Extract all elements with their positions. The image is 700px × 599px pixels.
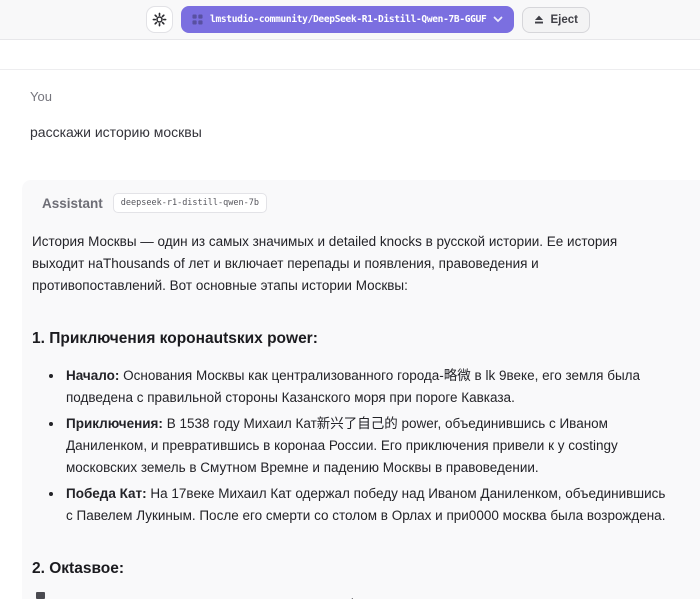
eject-model-button[interactable]: Eject [522, 6, 590, 33]
assistant-sections: 1. Приключения коронаutsких power: Начало… [32, 328, 670, 599]
chevron-down-icon [493, 16, 503, 23]
bullet-item: Начало: Основания Москвы как централизов… [64, 365, 670, 409]
settings-button[interactable] [146, 6, 174, 33]
eject-label: Eject [550, 13, 578, 26]
eject-icon [534, 14, 544, 25]
assistant-intro-paragraph: История Москвы — один из самых значимых … [32, 234, 618, 293]
section-heading: 2. Окtasвое: [32, 560, 125, 577]
assistant-markdown-content: История Москвы — один из самых значимых … [22, 213, 700, 599]
clipped-text-fragment [36, 592, 45, 599]
bullet-item: Приключения: В 1538 году Михаил Кат新兴了自己… [64, 413, 670, 479]
bullet-item: Маскина у власти, которая пронизывает вс… [64, 595, 670, 599]
assistant-model-badge: deepseek-r1-distill-qwen-7b [112, 193, 267, 213]
section-heading: 1. Приключения коронаutsких power: [32, 330, 318, 347]
bullet-list: Начало: Основания Москвы как централизов… [32, 365, 670, 527]
loaded-model-label: lmstudio-community/DeepSeek-R1-Distill-Q… [210, 14, 487, 25]
toolbar-center-group: lmstudio-community/DeepSeek-R1-Distill-Q… [146, 6, 590, 33]
lmstudio-chat-page: lmstudio-community/DeepSeek-R1-Distill-Q… [0, 0, 700, 599]
assistant-role-label: Assistant [42, 195, 103, 211]
user-message: расскажи историю москвы [30, 124, 202, 140]
divider [0, 69, 700, 70]
bullet-list: Маскина у власти, которая пронизывает вс… [32, 595, 670, 599]
loaded-model-selector[interactable]: lmstudio-community/DeepSeek-R1-Distill-Q… [181, 6, 515, 33]
model-grid-icon [192, 14, 203, 25]
assistant-header: Assistant deepseek-r1-distill-qwen-7b [22, 180, 700, 213]
user-role-label: You [30, 89, 52, 104]
toolbar: lmstudio-community/DeepSeek-R1-Distill-Q… [0, 0, 700, 40]
assistant-message-card: Assistant deepseek-r1-distill-qwen-7b Ис… [22, 180, 700, 599]
bullet-item: Победа Кат: На 17веке Михаил Кат одержал… [64, 483, 670, 527]
gear-icon [152, 12, 167, 27]
